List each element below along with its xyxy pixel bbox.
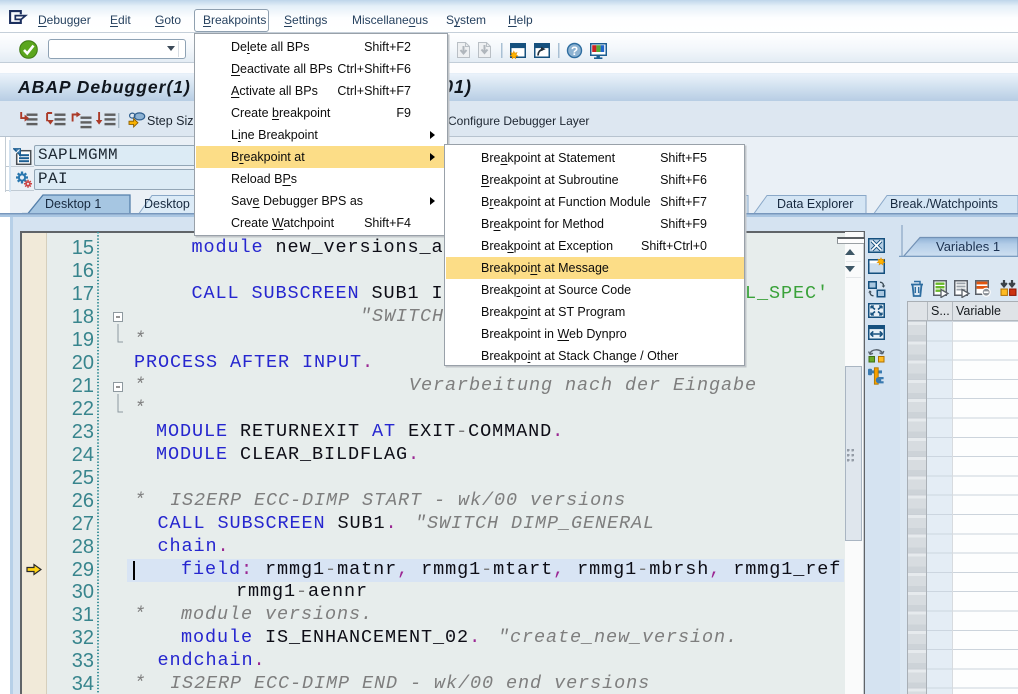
svg-text:?: ? — [571, 44, 578, 58]
